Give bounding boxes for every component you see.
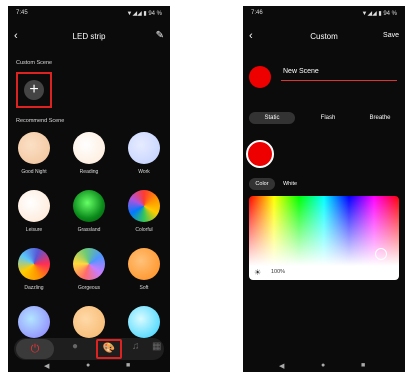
add-scene-button[interactable]: + (24, 80, 44, 100)
scene-good-night[interactable]: Good Night (8, 132, 60, 175)
tab-white[interactable]: White (277, 178, 303, 190)
scene-color-preview[interactable] (249, 66, 271, 88)
nav-home-icon[interactable]: ● (321, 362, 325, 369)
custom-scene-label: Custom Scene (16, 60, 53, 66)
nav-back-icon[interactable]: ◀ (279, 362, 284, 370)
scene-label: Grassland (77, 227, 101, 233)
system-nav-bar: ◀ ● ■ (8, 362, 170, 372)
mode-selector: Static Flash Breathe (249, 112, 399, 124)
scene-leisure[interactable]: Leisure (8, 190, 60, 233)
bulb-icon[interactable]: ● (72, 341, 78, 352)
scene-extra-3[interactable] (118, 306, 170, 338)
status-time: 7:46 (251, 10, 263, 16)
scene-soft[interactable]: Soft (118, 248, 170, 291)
system-nav-bar: ◀ ● ■ (243, 362, 405, 372)
status-icons: ▼◢◢ ▮ 94 % (126, 11, 162, 17)
mode-static-button[interactable]: Static (249, 112, 295, 124)
scene-extra-1[interactable] (8, 306, 60, 338)
selected-color-swatch[interactable] (246, 140, 274, 168)
scene-label: Dazzling (24, 285, 44, 291)
page-title: Custom (310, 32, 338, 41)
status-bar: 7:45 ▼◢◢ ▮ 94 % (16, 10, 162, 20)
scene-label: Work (138, 169, 150, 175)
status-icons: ▼◢◢ ▮ 94 % (361, 11, 397, 17)
music-icon[interactable]: ♫ (132, 341, 140, 352)
scene-swatch (128, 132, 160, 164)
scene-swatch (73, 248, 105, 280)
scene-swatch (18, 248, 50, 280)
led-strip-screen: 7:45 ▼◢◢ ▮ 94 % ‹ LED strip ✎ Custom Sce… (8, 6, 170, 372)
scene-swatch (18, 306, 50, 338)
scene-swatch (18, 190, 50, 222)
scene-swatch (73, 132, 105, 164)
custom-scene-screen: 7:46 ▼◢◢ ▮ 94 % ‹ Custom Save New Scene … (243, 6, 405, 372)
mode-flash-button[interactable]: Flash (305, 112, 351, 124)
scene-extra-2[interactable] (63, 306, 115, 338)
save-button[interactable]: Save (383, 32, 399, 39)
scene-reading[interactable]: Reading (63, 132, 115, 175)
palette-tab-highlight[interactable]: 🎨 (96, 339, 122, 359)
brightness-bar[interactable]: ☀ 100% (249, 266, 399, 280)
scene-dazzling[interactable]: Dazzling (8, 248, 60, 291)
grid-icon[interactable]: ▦ (152, 341, 161, 352)
nav-home-icon[interactable]: ● (86, 362, 90, 369)
page-title: LED strip (72, 32, 106, 41)
add-scene-highlight: + (16, 72, 52, 108)
app-header: ‹ LED strip ✎ (8, 30, 170, 46)
nav-back-icon[interactable]: ◀ (44, 362, 49, 370)
scene-grassland[interactable]: Grassland (63, 190, 115, 233)
brightness-icon: ☀ (254, 268, 262, 277)
scene-swatch (73, 190, 105, 222)
palette-icon: 🎨 (102, 343, 116, 354)
nav-recents-icon[interactable]: ■ (361, 362, 365, 369)
scene-label: Soft (139, 285, 149, 291)
scene-name-input[interactable]: New Scene (283, 68, 319, 75)
mode-breathe-button[interactable]: Breathe (357, 112, 403, 124)
scene-swatch (18, 132, 50, 164)
scene-label: Reading (79, 169, 99, 175)
scene-gorgeous[interactable]: Gorgeous (63, 248, 115, 291)
power-button[interactable]: ⏻ (16, 339, 54, 359)
tab-color[interactable]: Color (249, 178, 275, 190)
scene-work[interactable]: Work (118, 132, 170, 175)
nav-recents-icon[interactable]: ■ (126, 362, 130, 369)
status-time: 7:45 (16, 10, 28, 16)
scene-label: Gorgeous (78, 285, 100, 291)
status-bar: 7:46 ▼◢◢ ▮ 94 % (251, 10, 397, 20)
edit-icon[interactable]: ✎ (156, 30, 164, 41)
scene-label: Good Night (21, 169, 47, 175)
bottom-toolbar: ⏻ ● 🎨 ♫ ▦ (14, 338, 164, 360)
scene-swatch (128, 190, 160, 222)
color-picker[interactable] (249, 196, 399, 266)
scene-swatch (73, 306, 105, 338)
color-picker-knob[interactable] (375, 248, 387, 260)
scene-label: Leisure (25, 227, 43, 233)
scene-label: Colorful (135, 227, 153, 233)
scene-colorful[interactable]: Colorful (118, 190, 170, 233)
scene-swatch (128, 248, 160, 280)
recommend-scene-label: Recommend Scene (16, 118, 65, 124)
scene-swatch (128, 306, 160, 338)
brightness-value: 100% (271, 269, 286, 275)
app-header: ‹ Custom Save (243, 30, 405, 46)
scene-name-underline (281, 80, 397, 81)
